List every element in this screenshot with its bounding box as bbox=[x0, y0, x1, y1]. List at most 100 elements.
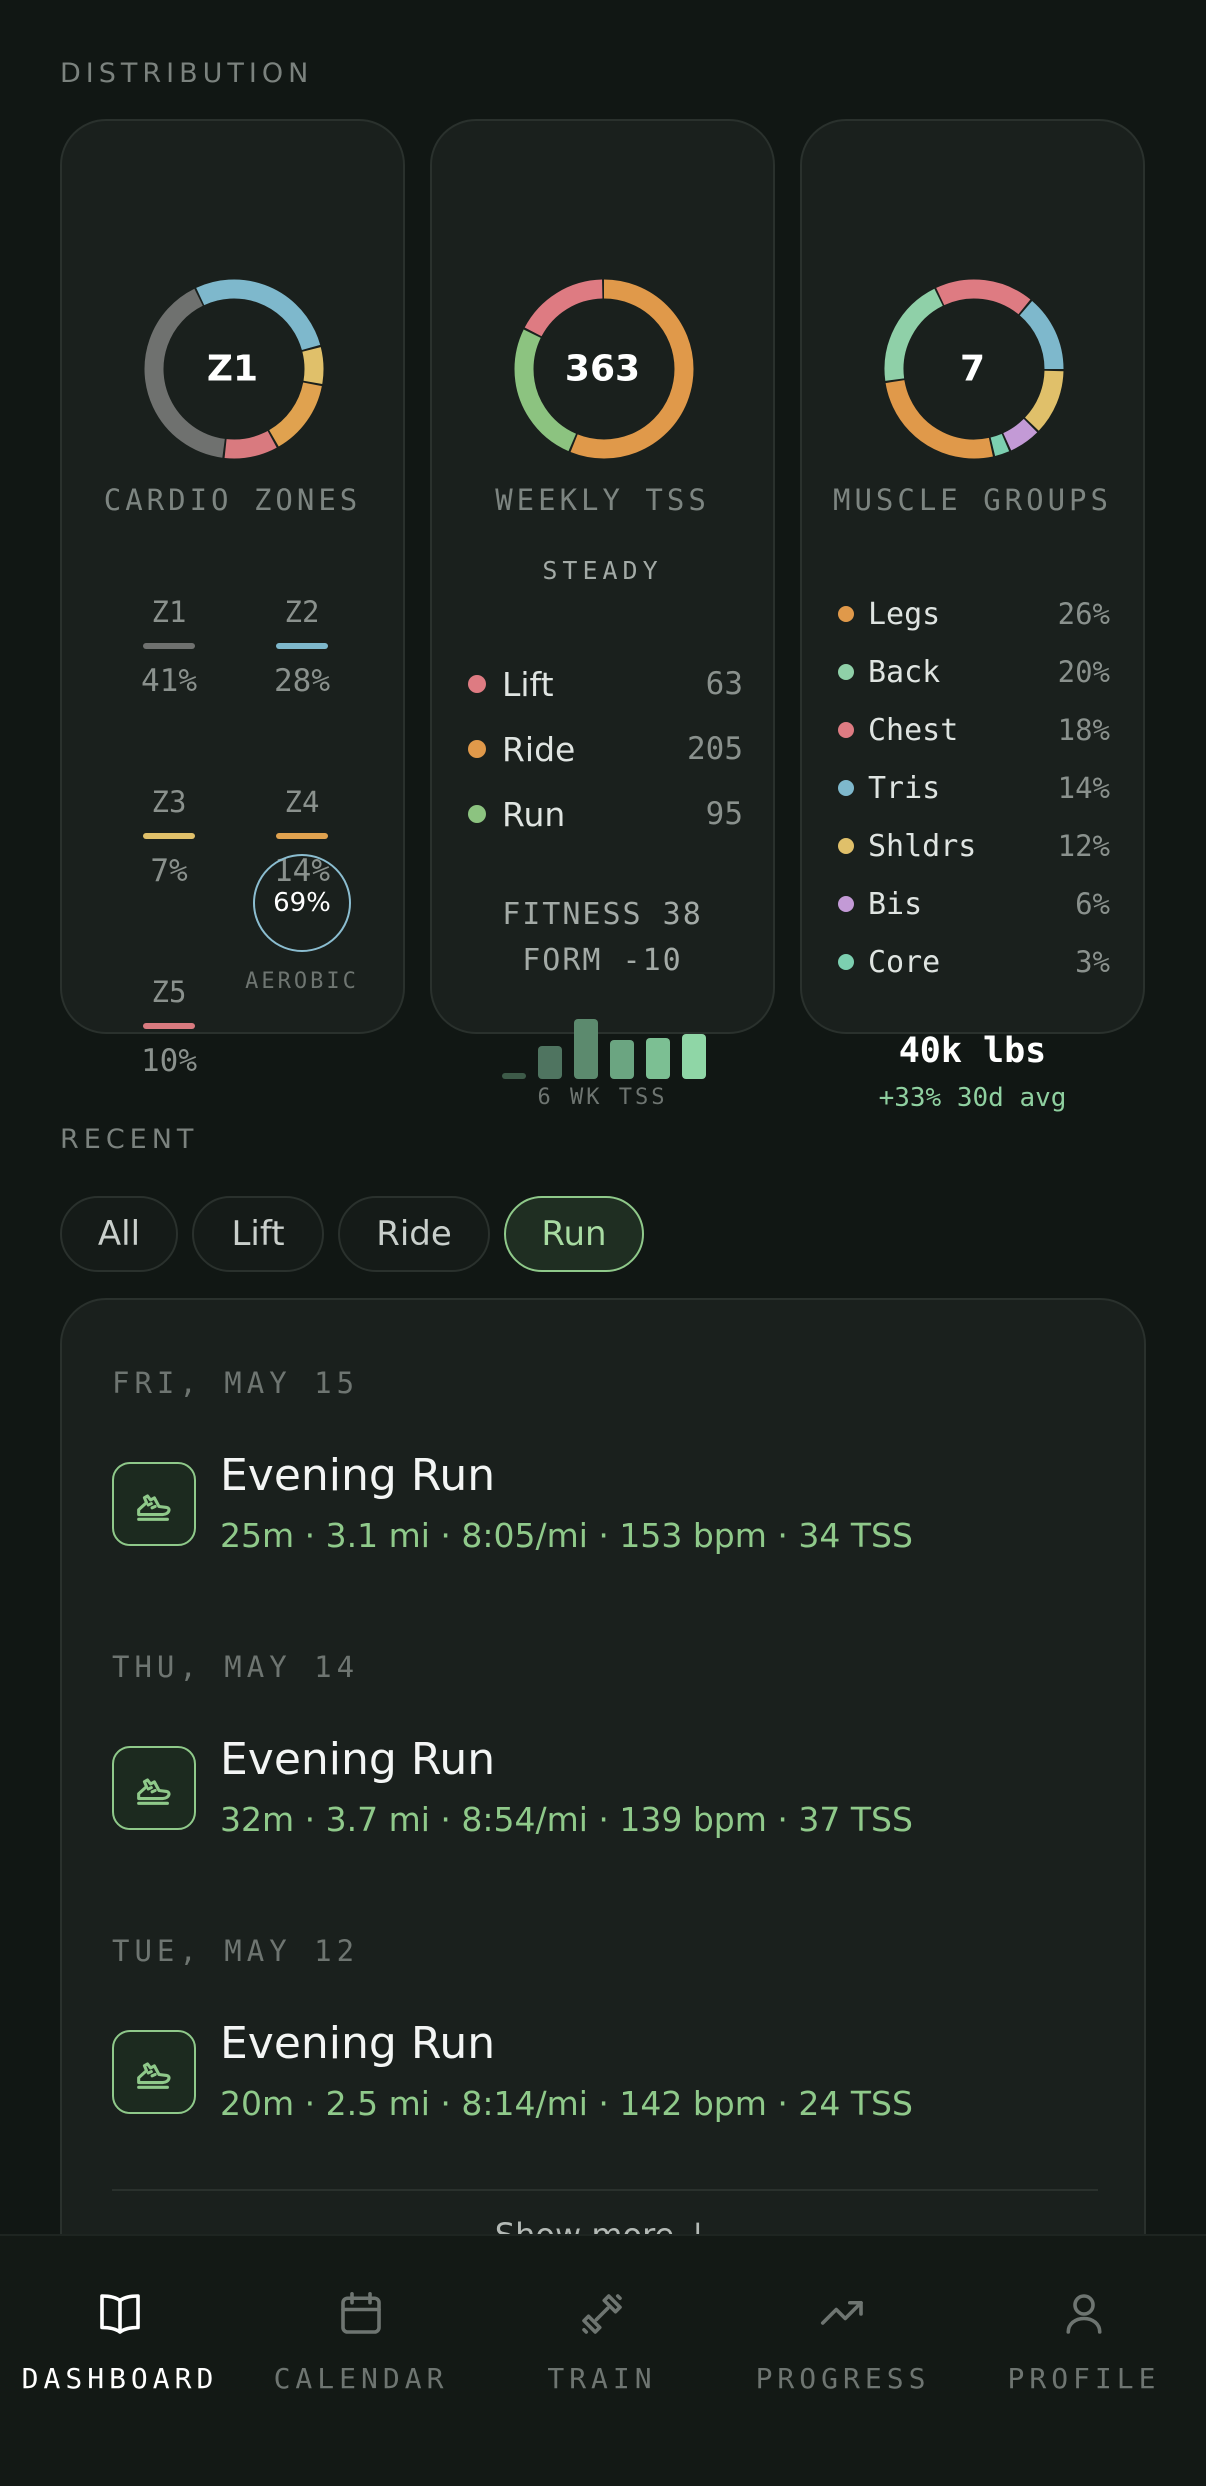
tss-donut-center: 363 bbox=[564, 348, 641, 390]
filter-lift[interactable]: Lift bbox=[192, 1196, 324, 1272]
bottom-nav: DASHBOARD CALENDAR TRAIN PROGRESS PROFIL… bbox=[0, 2234, 1206, 2486]
book-icon bbox=[20, 2284, 220, 2344]
zone-z5: Z5 10% bbox=[109, 975, 229, 1079]
form-value: FORM -10 bbox=[522, 943, 683, 978]
tss-week-bar bbox=[538, 1046, 562, 1079]
trend-icon bbox=[743, 2284, 943, 2344]
cardio-zones-title: CARDIO ZONES bbox=[103, 483, 362, 517]
muscle-group-row: Legs 26% bbox=[838, 594, 1110, 634]
filter-ride[interactable]: Ride bbox=[338, 1196, 490, 1272]
zone-name: Z2 bbox=[284, 595, 320, 629]
muscle-donut-center: 7 bbox=[959, 348, 986, 390]
zone-bar bbox=[143, 643, 195, 649]
zone-z1: Z1 41% bbox=[109, 595, 229, 699]
muscle-group-value: 26% bbox=[1057, 597, 1110, 631]
weekly-tss-card[interactable]: 363 WEEKLY TSS STEADY Lift 63 Ride 205 R… bbox=[430, 119, 775, 1110]
tss-row-run: Run 95 bbox=[468, 794, 743, 834]
filter-run[interactable]: Run bbox=[504, 1196, 644, 1272]
recent-label: RECENT bbox=[60, 1124, 199, 1155]
zone-name: Z3 bbox=[151, 785, 187, 819]
distribution-label: DISTRIBUTION bbox=[60, 58, 314, 89]
activity-date: FRI, MAY 15 bbox=[112, 1366, 360, 1400]
zone-bar bbox=[143, 833, 195, 839]
legend-dot bbox=[468, 740, 486, 758]
nav-train[interactable]: TRAIN bbox=[502, 2284, 702, 2395]
muscle-group-value: 6% bbox=[1075, 887, 1110, 921]
muscle-group-row: Chest 18% bbox=[838, 710, 1110, 750]
run-shoe-icon[interactable] bbox=[112, 1462, 196, 1546]
legend-dot bbox=[838, 606, 854, 622]
cardio-zones-card[interactable]: Z1 CARDIO ZONES Z1 41% Z2 28% Z3 7% Z4 1… bbox=[60, 119, 405, 1079]
activity-title[interactable]: Evening Run bbox=[220, 1450, 495, 1501]
muscle-group-label: Chest bbox=[868, 712, 959, 748]
tss-row-label: Run bbox=[502, 794, 566, 834]
tss-week-bar bbox=[574, 1019, 598, 1079]
tss-week-bar bbox=[610, 1040, 634, 1079]
nav-dashboard[interactable]: DASHBOARD bbox=[20, 2284, 220, 2395]
tss-row-value: 205 bbox=[687, 731, 743, 767]
muscle-group-value: 12% bbox=[1057, 829, 1110, 863]
activity-title[interactable]: Evening Run bbox=[220, 2018, 495, 2069]
tss-week-bar bbox=[502, 1073, 526, 1079]
volume-total: 40k lbs bbox=[898, 1031, 1047, 1071]
zone-pct: 28% bbox=[274, 663, 330, 699]
muscle-group-value: 20% bbox=[1057, 655, 1110, 689]
muscle-groups-title: MUSCLE GROUPS bbox=[833, 483, 1112, 517]
nav-calendar[interactable]: CALENDAR bbox=[261, 2284, 461, 2395]
tss-week-bar bbox=[682, 1034, 706, 1079]
tss-row-lift: Lift 63 bbox=[468, 664, 743, 704]
nav-progress[interactable]: PROGRESS bbox=[743, 2284, 943, 2395]
muscle-group-row: Tris 14% bbox=[838, 768, 1110, 808]
legend-dot bbox=[838, 896, 854, 912]
muscle-group-label: Back bbox=[868, 654, 941, 690]
zone-bar bbox=[276, 643, 328, 649]
zone-pct: 7% bbox=[150, 853, 188, 889]
muscle-group-label: Tris bbox=[868, 770, 941, 806]
calendar-icon bbox=[261, 2284, 461, 2344]
zone-bar bbox=[143, 1023, 195, 1029]
zone-name: Z5 bbox=[151, 975, 187, 1009]
tss-row-label: Lift bbox=[502, 664, 554, 704]
weeks-label: 6 WK TSS bbox=[537, 1085, 668, 1110]
zone-pct: 10% bbox=[141, 1043, 197, 1079]
muscle-group-value: 14% bbox=[1057, 771, 1110, 805]
run-shoe-icon[interactable] bbox=[112, 2030, 196, 2114]
tss-week-bar bbox=[646, 1038, 670, 1079]
zone-bar bbox=[276, 833, 328, 839]
muscle-group-row: Bis 6% bbox=[838, 884, 1110, 924]
nav-profile[interactable]: PROFILE bbox=[984, 2284, 1184, 2395]
zone-name: Z4 bbox=[284, 785, 320, 819]
weekly-tss-title: WEEKLY TSS bbox=[495, 483, 710, 517]
nav-label: CALENDAR bbox=[273, 2362, 449, 2395]
tss-row-label: Ride bbox=[502, 729, 576, 769]
divider bbox=[112, 2189, 1098, 2191]
run-shoe-icon[interactable] bbox=[112, 1746, 196, 1830]
muscle-group-row: Back 20% bbox=[838, 652, 1110, 692]
legend-dot bbox=[468, 675, 486, 693]
legend-dot bbox=[838, 838, 854, 854]
activity-meta: 20m · 2.5 mi · 8:14/mi · 142 bpm · 24 TS… bbox=[220, 2084, 913, 2123]
activity-date: THU, MAY 14 bbox=[112, 1650, 360, 1684]
muscle-group-label: Bis bbox=[868, 886, 923, 922]
legend-dot bbox=[838, 664, 854, 680]
legend-dot bbox=[468, 805, 486, 823]
muscle-group-value: 3% bbox=[1075, 945, 1110, 979]
nav-label: PROFILE bbox=[1007, 2362, 1161, 2395]
zone-pct: 41% bbox=[141, 663, 197, 699]
zone-name: Z1 bbox=[151, 595, 187, 629]
muscle-groups-card[interactable]: 7 MUSCLE GROUPS Legs 26% Back 20% Chest 18% Tr… bbox=[800, 119, 1145, 1113]
muscle-group-row: Shldrs 12% bbox=[838, 826, 1110, 866]
volume-change: +33% 30d avg bbox=[878, 1083, 1067, 1113]
aerobic-ring: 69% bbox=[253, 854, 351, 952]
legend-dot bbox=[838, 780, 854, 796]
dumbbell-icon bbox=[502, 2284, 702, 2344]
activity-title[interactable]: Evening Run bbox=[220, 1734, 495, 1785]
recent-activities-card: FRI, MAY 15 Evening Run 25m · 3.1 mi · 8… bbox=[60, 1298, 1146, 2298]
activity-meta: 32m · 3.7 mi · 8:54/mi · 139 bpm · 37 TS… bbox=[220, 1800, 913, 1839]
muscle-group-label: Legs bbox=[868, 596, 941, 632]
tss-row-ride: Ride 205 bbox=[468, 729, 743, 769]
filter-all[interactable]: All bbox=[60, 1196, 178, 1272]
muscle-group-value: 18% bbox=[1057, 713, 1110, 747]
tss-state: STEADY bbox=[542, 556, 663, 585]
nav-label: PROGRESS bbox=[755, 2362, 931, 2395]
